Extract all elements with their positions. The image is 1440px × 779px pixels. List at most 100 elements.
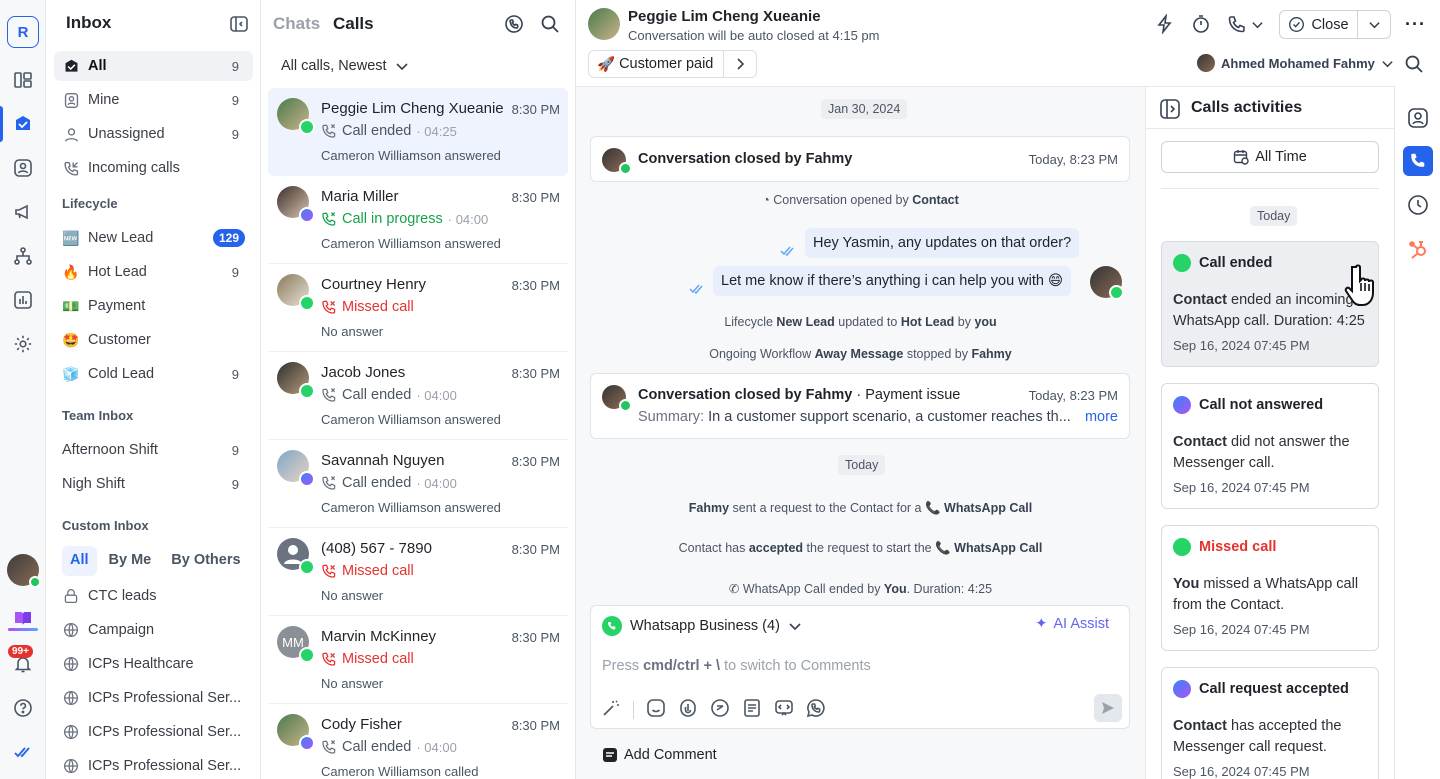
contact-name: Peggie Lim Cheng Xueanie [321, 100, 504, 117]
snooze-timer-icon[interactable] [1191, 14, 1211, 37]
call-ended-line: ✆ WhatsApp Call ended by You. Duration: … [728, 582, 993, 596]
contact-name[interactable]: Peggie Lim Cheng Xueanie [628, 8, 821, 25]
code-icon[interactable] [774, 698, 794, 721]
broadcast-icon[interactable] [11, 200, 35, 224]
lifecycle-item-customer[interactable]: 🤩 Customer [54, 325, 253, 355]
whatsapp-icon [602, 616, 622, 636]
attachment-icon[interactable] [678, 698, 698, 721]
double-check-icon[interactable] [11, 740, 35, 764]
custom-item-ctc-leads[interactable]: CTC leads [54, 581, 253, 611]
inbox-item-mine[interactable]: Mine 9 [54, 85, 253, 115]
filter-all-tab[interactable]: All [62, 546, 97, 576]
lifecycle-item-new-lead[interactable]: 🆕 New Lead 129 [54, 223, 253, 253]
more-options-icon[interactable]: ··· [1405, 14, 1426, 35]
history-clock-icon[interactable] [1403, 190, 1433, 220]
docs-book-icon[interactable] [11, 606, 35, 630]
message-input[interactable]: Press cmd/ctrl + \ to switch to Comments [602, 658, 871, 674]
lifecycle-item-payment[interactable]: 💵 Payment [54, 291, 253, 321]
lightning-icon[interactable] [1155, 13, 1175, 37]
assignee-dropdown[interactable]: Ahmed Mohamed Fahmy [1197, 54, 1394, 72]
add-comment-button[interactable]: Add Comment [602, 747, 717, 763]
call-list-item[interactable]: (408) 567 - 7890 8:30 PM Missed call No … [268, 528, 568, 616]
workspace-logo[interactable]: R [7, 16, 39, 48]
inbox-item-incoming-calls[interactable]: Incoming calls [54, 153, 253, 183]
nav-label: Unassigned [88, 126, 165, 142]
assignee-name: Ahmed Mohamed Fahmy [1221, 55, 1375, 71]
search-icon[interactable] [1404, 54, 1424, 77]
nav-label: ICPs Healthcare [88, 656, 194, 672]
emoji-icon[interactable] [646, 698, 666, 721]
call-status-label: Missed call [342, 651, 414, 667]
inbox-icon[interactable] [11, 112, 35, 136]
new-emoji-icon: 🆕 [62, 229, 80, 246]
call-status: Missed call [321, 563, 419, 579]
team-item-afternoon-shift[interactable]: Afternoon Shift 9 [54, 435, 253, 465]
contact-profile-icon[interactable] [1403, 103, 1433, 133]
tab-chats[interactable]: Chats [273, 14, 320, 33]
call-time: 8:30 PM [511, 278, 560, 293]
activity-card[interactable]: Call request accepted Contact has accept… [1161, 667, 1379, 779]
closed-title: Conversation closed by Fahmy [638, 151, 853, 167]
custom-item-icps-professional-3[interactable]: ICPs Professional Ser... [54, 751, 253, 779]
snippet-icon[interactable] [710, 698, 730, 721]
call-icon [322, 740, 336, 754]
sparkle-icon: ✦ [1035, 616, 1048, 632]
contact-avatar[interactable] [588, 8, 620, 40]
custom-item-icps-healthcare[interactable]: ICPs Healthcare [54, 649, 253, 679]
calls-panel-phone-icon[interactable] [1403, 146, 1433, 176]
call-status: Call ended · 04:00 [321, 387, 457, 403]
call-list-item[interactable]: Courtney Henry 8:30 PM Missed call No an… [268, 264, 568, 352]
collapse-panel-icon[interactable] [1159, 98, 1181, 123]
activity-date: Sep 16, 2024 07:45 PM [1173, 764, 1310, 779]
closed-check-icon [619, 162, 632, 175]
more-link[interactable]: more [1085, 409, 1118, 425]
call-list-item[interactable]: Savannah Nguyen 8:30 PM Call ended · 04:… [268, 440, 568, 528]
whatsapp-outline-icon[interactable] [806, 698, 826, 721]
call-list-item[interactable]: MM Marvin McKinney 8:30 PM Missed call N… [268, 616, 568, 704]
custom-item-campaign[interactable]: Campaign [54, 615, 253, 645]
tab-calls[interactable]: Calls [333, 14, 374, 33]
lifecycle-item-hot-lead[interactable]: 🔥 Hot Lead 9 [54, 257, 253, 287]
search-icon[interactable] [540, 14, 560, 37]
nav-label: All [88, 58, 107, 74]
activity-card[interactable]: Missed call You missed a WhatsApp call f… [1161, 525, 1379, 651]
call-list-item[interactable]: Jacob Jones 8:30 PM Call ended · 04:00 C… [268, 352, 568, 440]
collapse-sidebar-icon[interactable] [229, 14, 249, 37]
calls-sort-dropdown[interactable]: All calls, Newest [281, 58, 409, 74]
ai-assist-button[interactable]: ✦ AI Assist [1035, 616, 1109, 632]
call-dropdown[interactable] [1227, 14, 1264, 34]
dashboard-icon[interactable] [11, 68, 35, 92]
call-list-item[interactable]: Maria Miller 8:30 PM Call in progress · … [268, 176, 568, 264]
star-eyes-emoji-icon: 🤩 [62, 331, 80, 348]
hand-cursor-icon [1344, 263, 1384, 312]
send-button[interactable] [1094, 694, 1122, 722]
magic-wand-icon[interactable] [601, 698, 621, 721]
chevron-right-icon[interactable] [724, 57, 756, 71]
time-range-button[interactable]: All Time [1161, 141, 1379, 173]
filter-by-me-tab[interactable]: By Me [101, 546, 160, 576]
dialer-icon[interactable] [504, 14, 524, 37]
inbox-item-unassigned[interactable]: Unassigned 9 [54, 119, 253, 149]
call-list-item[interactable]: Peggie Lim Cheng Xueanie 8:30 PM Call en… [268, 88, 568, 176]
reports-icon[interactable] [11, 288, 35, 312]
filter-by-others-tab[interactable]: By Others [163, 546, 248, 576]
lifecycle-tag-button[interactable]: 🚀 Customer paid [588, 50, 758, 78]
help-icon[interactable] [11, 696, 35, 720]
call-list-item[interactable]: Cody Fisher 8:30 PM Call ended · 04:00 C… [268, 704, 568, 779]
inbox-item-all[interactable]: All 9 [54, 51, 253, 81]
close-button[interactable]: Close [1280, 11, 1358, 38]
close-options-button[interactable] [1358, 18, 1390, 31]
team-item-nigh-shift[interactable]: Nigh Shift 9 [54, 469, 253, 499]
activity-card[interactable]: Call not answered Contact did not answer… [1161, 383, 1379, 509]
custom-item-icps-professional-1[interactable]: ICPs Professional Ser... [54, 683, 253, 713]
user-avatar[interactable] [7, 554, 41, 588]
lifecycle-item-cold-lead[interactable]: 🧊 Cold Lead 9 [54, 359, 253, 389]
workflows-icon[interactable] [11, 244, 35, 268]
contacts-icon[interactable] [11, 156, 35, 180]
template-icon[interactable] [742, 698, 762, 721]
settings-icon[interactable] [11, 332, 35, 356]
custom-item-icps-professional-2[interactable]: ICPs Professional Ser... [54, 717, 253, 747]
message-bubble: Let me know if there’s anything i can he… [713, 266, 1072, 296]
channel-selector[interactable]: Whatsapp Business (4) [602, 616, 802, 636]
hubspot-icon[interactable] [1403, 234, 1433, 264]
